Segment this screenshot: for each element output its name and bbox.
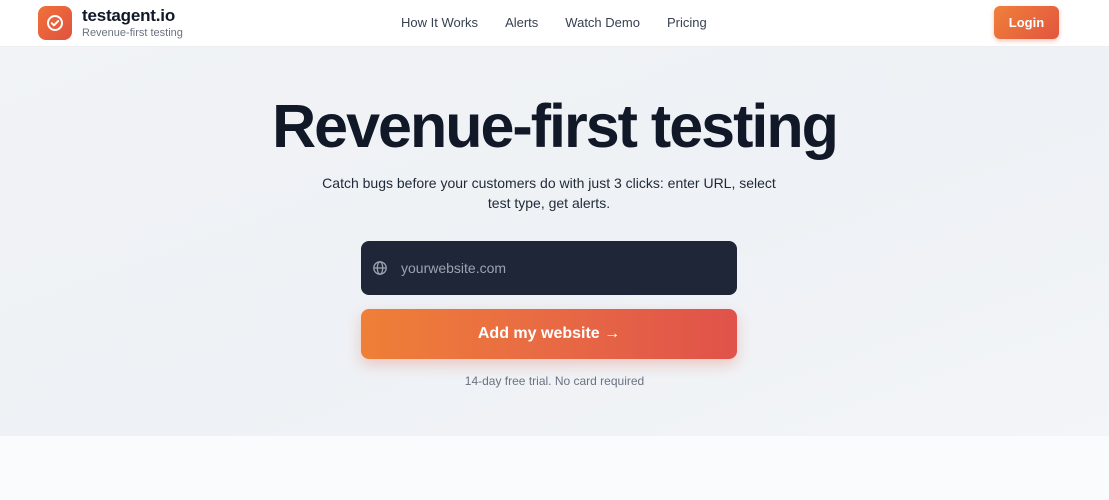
- nav-pricing[interactable]: Pricing: [667, 15, 707, 30]
- main-nav: How It Works Alerts Watch Demo Pricing: [401, 15, 707, 30]
- nav-how-it-works[interactable]: How It Works: [401, 15, 478, 30]
- globe-icon: [373, 261, 387, 275]
- nav-alerts[interactable]: Alerts: [505, 15, 538, 30]
- hero-title: Revenue-first testing: [272, 92, 839, 160]
- brand[interactable]: testagent.io Revenue-first testing: [38, 6, 183, 40]
- login-button[interactable]: Login: [994, 6, 1059, 39]
- nav-watch-demo[interactable]: Watch Demo: [565, 15, 640, 30]
- hero-section: Revenue-first testing Catch bugs before …: [0, 47, 1109, 436]
- add-website-button[interactable]: Add my website →: [361, 309, 737, 359]
- below-hero-section: [0, 436, 1109, 500]
- check-circle-icon: [47, 15, 63, 31]
- top-nav-bar: testagent.io Revenue-first testing How I…: [0, 0, 1109, 47]
- brand-name: testagent.io: [82, 5, 176, 25]
- url-input[interactable]: [399, 259, 719, 277]
- hero-subtitle: Catch bugs before your customers do with…: [322, 175, 776, 211]
- brand-tagline: Revenue-first testing: [82, 27, 183, 40]
- trial-note: 14-day free trial. No card required: [464, 374, 645, 388]
- logo: [38, 6, 72, 40]
- url-input-container[interactable]: [361, 241, 737, 295]
